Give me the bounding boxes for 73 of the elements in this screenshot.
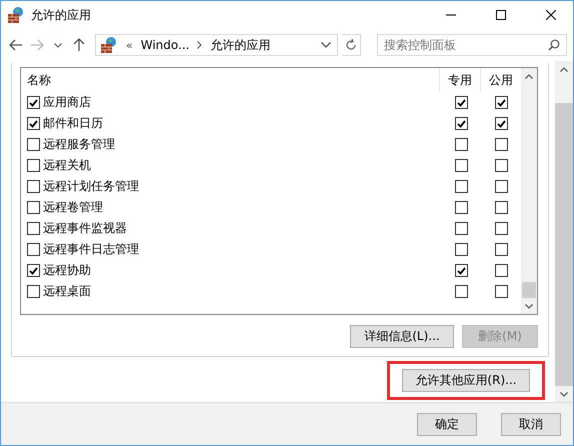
public-checkbox[interactable] <box>494 264 508 277</box>
app-checkbox[interactable] <box>27 159 40 172</box>
column-header[interactable]: 名称 <box>21 72 439 88</box>
overflow-chevron[interactable]: « <box>126 38 133 52</box>
scroll-down-icon[interactable] <box>525 304 533 308</box>
app-name: 远程协助 <box>43 262 91 279</box>
app-checkbox[interactable] <box>27 201 40 214</box>
private-checkbox[interactable] <box>454 201 468 214</box>
arrow-left-icon <box>8 39 22 51</box>
public-checkbox[interactable] <box>494 117 508 130</box>
app-name: 远程事件监视器 <box>43 220 127 237</box>
public-checkbox[interactable] <box>494 243 508 256</box>
arrow-right-icon <box>30 39 44 51</box>
app-name: 远程关机 <box>43 157 91 174</box>
private-checkbox[interactable] <box>454 138 468 151</box>
search-field[interactable]: 搜索控制面板 <box>377 34 567 56</box>
scroll-down-icon[interactable] <box>560 392 568 396</box>
app-checkbox[interactable] <box>27 180 40 193</box>
private-checkbox[interactable] <box>454 159 468 172</box>
ok-button[interactable]: 确定 <box>417 412 477 436</box>
app-checkbox[interactable] <box>27 222 40 235</box>
list-scrollbar[interactable] <box>521 68 537 314</box>
app-checkbox[interactable] <box>27 96 40 109</box>
refresh-icon <box>345 39 358 51</box>
breadcrumb[interactable]: Windo... <box>140 38 190 52</box>
app-name: 远程桌面 <box>43 283 91 300</box>
chevron-down-icon[interactable] <box>321 42 332 48</box>
private-checkbox[interactable] <box>454 117 468 130</box>
details-button[interactable]: 详细信息(L)... <box>350 325 454 348</box>
app-checkbox[interactable] <box>27 243 40 256</box>
app-checkbox[interactable] <box>27 117 40 130</box>
public-checkbox[interactable] <box>494 201 508 214</box>
public-checkbox[interactable] <box>494 285 508 298</box>
app-name: 远程事件日志管理 <box>43 241 139 258</box>
private-checkbox[interactable] <box>454 264 468 277</box>
refresh-button[interactable] <box>342 34 361 56</box>
public-checkbox[interactable] <box>494 159 508 172</box>
app-name: 远程服务管理 <box>43 136 115 153</box>
column-header[interactable]: 专用 <box>439 68 480 92</box>
private-checkbox[interactable] <box>454 285 468 298</box>
private-checkbox[interactable] <box>454 243 468 256</box>
app-checkbox[interactable] <box>27 285 40 298</box>
chevron-right-icon <box>197 41 202 49</box>
scroll-thumb[interactable] <box>522 282 536 298</box>
arrow-up-icon <box>72 38 84 52</box>
private-checkbox[interactable] <box>454 222 468 235</box>
app-name: 远程卷管理 <box>43 199 103 216</box>
public-checkbox[interactable] <box>494 180 508 193</box>
public-checkbox[interactable] <box>494 96 508 109</box>
allow-app-button[interactable]: 允许其他应用(R)... <box>402 369 530 392</box>
address-bar[interactable]: « Windo... 允许的应用 <box>95 34 338 56</box>
scroll-up-icon[interactable] <box>560 66 568 72</box>
private-checkbox[interactable] <box>454 96 468 109</box>
app-checkbox[interactable] <box>27 138 40 151</box>
window-title: 允许的应用 <box>31 6 92 24</box>
public-checkbox[interactable] <box>494 138 508 151</box>
app-name: 远程计划任务管理 <box>43 178 139 195</box>
public-checkbox[interactable] <box>494 222 508 235</box>
scroll-up-icon[interactable] <box>525 74 533 78</box>
breadcrumb[interactable]: 允许的应用 <box>210 36 270 54</box>
maximize-icon <box>496 10 506 20</box>
scroll-thumb[interactable] <box>555 103 573 386</box>
search-icon <box>548 39 560 51</box>
chevron-down-icon <box>54 42 62 48</box>
cancel-button[interactable]: 取消 <box>501 412 561 436</box>
app-name: 邮件和日历 <box>43 115 103 132</box>
firewall-globe-icon <box>7 6 25 24</box>
close-icon <box>546 10 556 20</box>
private-checkbox[interactable] <box>454 180 468 193</box>
app-checkbox[interactable] <box>27 264 40 277</box>
firewall-globe-icon <box>100 36 118 54</box>
app-name: 应用商店 <box>43 94 91 111</box>
window-scrollbar[interactable] <box>555 61 573 402</box>
